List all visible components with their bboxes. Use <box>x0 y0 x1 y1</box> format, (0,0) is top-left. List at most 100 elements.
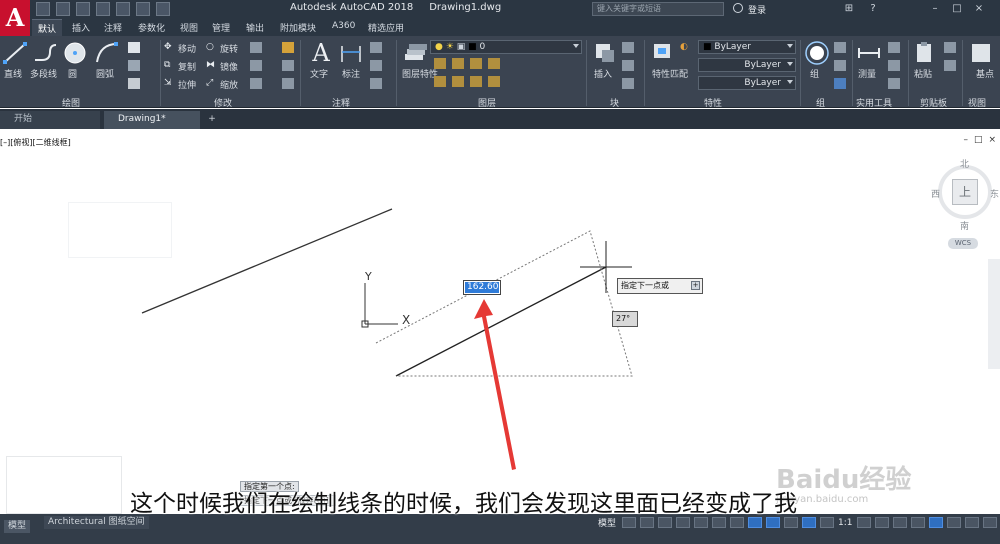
hatch-icon[interactable] <box>128 60 140 71</box>
panel-block-label[interactable]: 块 <box>610 96 619 109</box>
tab-default[interactable]: 默认 <box>32 19 63 37</box>
navigation-bar[interactable] <box>988 259 1000 369</box>
rectangle-icon[interactable] <box>128 42 140 53</box>
layer-tool-icon[interactable] <box>452 58 464 69</box>
paste-icon[interactable] <box>912 40 938 66</box>
mirror-label[interactable]: 镜像 <box>220 60 238 73</box>
app-logo[interactable]: A <box>0 0 30 36</box>
quick-properties-icon[interactable] <box>910 517 925 528</box>
layer-properties-label[interactable]: 图层特性 <box>402 67 438 80</box>
leader-icon[interactable] <box>370 60 382 71</box>
search-input[interactable]: 键入关键字或短语 <box>592 2 724 16</box>
panel-modify-label[interactable]: 修改 <box>214 96 232 109</box>
tab-start[interactable]: 开始 <box>0 111 100 129</box>
measure-label[interactable]: 测量 <box>858 67 876 80</box>
base-point-icon[interactable] <box>968 40 994 66</box>
redo-icon[interactable] <box>156 2 170 16</box>
isolate-objects-icon[interactable] <box>928 517 943 528</box>
quick-calc-icon[interactable] <box>888 42 900 53</box>
tab-a360[interactable]: A360 <box>332 21 355 31</box>
select-all-icon[interactable] <box>888 60 900 71</box>
layer-tool-icon[interactable] <box>434 58 446 69</box>
color-select[interactable]: ■ ByLayer <box>698 40 796 54</box>
viewcube-south[interactable]: 南 <box>960 219 969 232</box>
layer-tool-icon[interactable] <box>488 76 500 87</box>
table-icon[interactable] <box>370 78 382 89</box>
annotation-scale-icon[interactable] <box>820 517 835 528</box>
panel-layers-label[interactable]: 图层 <box>478 96 496 109</box>
dimension-tool-icon[interactable] <box>338 40 364 66</box>
panel-groups-label[interactable]: 组 <box>816 96 825 109</box>
layer-properties-icon[interactable] <box>402 40 428 66</box>
circle-tool-icon[interactable] <box>62 40 88 66</box>
layer-tool-icon[interactable] <box>452 76 464 87</box>
plot-icon[interactable] <box>116 2 130 16</box>
layer-tool-icon[interactable] <box>488 58 500 69</box>
attribute-icon[interactable] <box>622 78 634 89</box>
tab-parametric[interactable]: 参数化 <box>138 21 165 34</box>
edit-block-icon[interactable] <box>622 60 634 71</box>
layer-tool-icon[interactable] <box>470 76 482 87</box>
viewcube-top-face[interactable]: 上 <box>952 179 978 205</box>
units-icon[interactable] <box>892 517 907 528</box>
angle-input-field[interactable]: 27° <box>612 311 638 327</box>
scale-icon[interactable]: ⤢ <box>206 78 218 89</box>
snap-icon[interactable] <box>640 517 655 528</box>
arc-tool-icon[interactable] <box>94 40 120 66</box>
layer-tool-icon[interactable] <box>470 58 482 69</box>
prompt-options-icon[interactable]: + <box>691 281 700 290</box>
open-file-icon[interactable] <box>56 2 70 16</box>
panel-utilities-label[interactable]: 实用工具 <box>856 96 892 109</box>
group-icon[interactable] <box>804 40 830 66</box>
insert-block-icon[interactable] <box>592 40 618 66</box>
annotation-scale[interactable]: 1:1 <box>838 518 852 528</box>
boundary-icon[interactable] <box>128 78 140 89</box>
mirror-icon[interactable]: ⧓ <box>206 60 218 71</box>
tab-annotate[interactable]: 注释 <box>104 21 122 34</box>
create-block-icon[interactable] <box>622 42 634 53</box>
tab-drawing1[interactable]: Drawing1* <box>104 111 200 129</box>
explode-icon[interactable] <box>282 60 294 71</box>
existing-line[interactable] <box>141 208 393 314</box>
login-link[interactable]: 登录 <box>748 3 766 16</box>
stretch-label[interactable]: 拉伸 <box>178 78 196 91</box>
scale-label[interactable]: 缩放 <box>220 78 238 91</box>
transparency-icon[interactable] <box>784 517 799 528</box>
viewcube-west[interactable]: 西 <box>931 187 940 200</box>
tab-output[interactable]: 输出 <box>246 21 264 34</box>
match-properties-label[interactable]: 特性匹配 <box>652 67 688 80</box>
panel-properties-label[interactable]: 特性 <box>704 96 722 109</box>
polyline-tool-label[interactable]: 多段线 <box>30 67 57 80</box>
annotation-visibility-icon[interactable] <box>802 517 817 528</box>
polar-icon[interactable] <box>676 517 691 528</box>
group-edit-icon[interactable] <box>834 60 846 71</box>
panel-view-label[interactable]: 视图 <box>968 96 986 109</box>
hardware-acceleration-icon[interactable] <box>946 517 961 528</box>
text-tool-label[interactable]: 文字 <box>310 67 328 80</box>
ungroup-icon[interactable] <box>834 42 846 53</box>
clean-screen-icon[interactable] <box>964 517 979 528</box>
length-input-field[interactable]: 162.60 <box>463 280 501 295</box>
group-select-icon[interactable] <box>834 78 846 89</box>
tab-featured-apps[interactable]: 精选应用 <box>368 21 404 34</box>
circle-tool-label[interactable]: 圆 <box>68 67 77 80</box>
copy-icon[interactable]: ⧉ <box>164 60 176 71</box>
erase-icon[interactable] <box>282 42 294 53</box>
save-as-icon[interactable] <box>96 2 110 16</box>
cut-icon[interactable] <box>944 42 956 53</box>
array-icon[interactable] <box>250 78 262 89</box>
ortho-icon[interactable] <box>658 517 673 528</box>
trim-icon[interactable] <box>250 42 262 53</box>
linear-dim-icon[interactable] <box>370 42 382 53</box>
close-icon[interactable]: × <box>972 2 986 16</box>
move-label[interactable]: 移动 <box>178 42 196 55</box>
move-icon[interactable]: ✥ <box>164 42 176 53</box>
copy-clip-icon[interactable] <box>944 60 956 71</box>
line-tool-icon[interactable] <box>2 40 28 66</box>
minimize-icon[interactable]: – <box>928 2 942 16</box>
drawing-canvas[interactable]: [–][俯视][二维线框] – □ × Y X 162.60 指定下一点或 + … <box>0 129 1000 514</box>
text-tool-icon[interactable]: A <box>308 40 334 66</box>
copy-label[interactable]: 复制 <box>178 60 196 73</box>
viewcube-east[interactable]: 东 <box>990 187 999 200</box>
offset-icon[interactable] <box>282 78 294 89</box>
